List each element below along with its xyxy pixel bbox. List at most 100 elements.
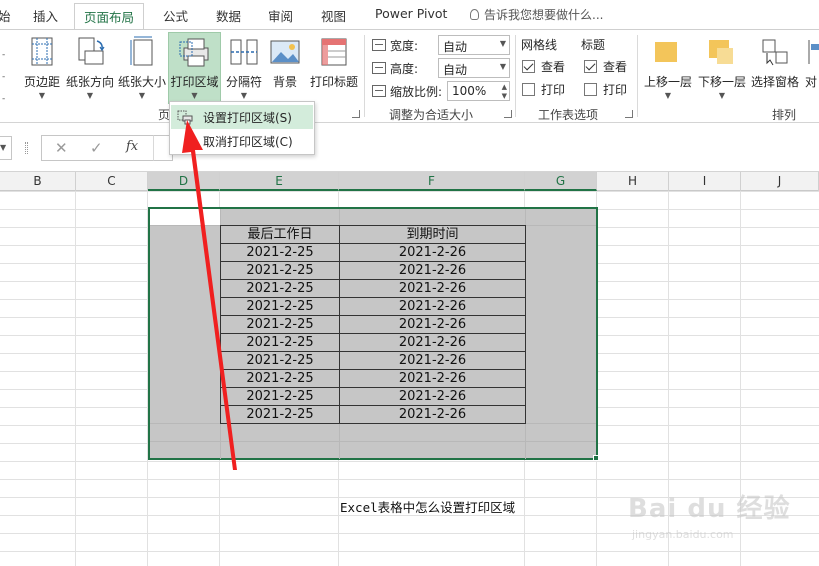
size-label: 纸张大小 — [117, 75, 166, 89]
selection-pane-button[interactable]: 选择窗格 — [749, 33, 801, 103]
table-cell[interactable]: 2021-2-26 — [339, 297, 526, 316]
resize-handle[interactable] — [25, 142, 28, 154]
send-backward-icon — [709, 40, 733, 64]
print-area-button[interactable]: 打印区域 ▼ — [168, 32, 221, 104]
headings-print-checkbox[interactable]: 打印 — [584, 81, 627, 98]
send-backward-button[interactable]: 下移一层 ▼ — [696, 33, 748, 103]
set-print-area-item[interactable]: 设置打印区域(S) — [171, 105, 313, 129]
tab-review[interactable]: 审阅 — [268, 6, 293, 25]
table-cell[interactable]: 2021-2-26 — [339, 333, 526, 352]
orientation-button[interactable]: 纸张方向 ▼ — [65, 33, 115, 103]
gridlines-view-checkbox[interactable]: 查看 — [522, 58, 565, 75]
spin-down-icon[interactable]: ▼ — [502, 92, 507, 100]
table-cell[interactable]: 2021-2-25 — [220, 315, 340, 334]
column-header-i[interactable]: I — [669, 172, 741, 191]
table-cell[interactable]: 2021-2-26 — [339, 387, 526, 406]
table-cell[interactable]: 2021-2-25 — [220, 243, 340, 262]
column-header-e[interactable]: E — [220, 172, 339, 191]
tab-data[interactable]: 数据 — [216, 6, 241, 25]
column-header-f[interactable]: F — [339, 172, 525, 191]
table-cell[interactable]: 2021-2-26 — [339, 369, 526, 388]
headings-view-label: 查看 — [603, 60, 628, 74]
column-header-b[interactable]: B — [0, 172, 76, 191]
table-cell[interactable]: 2021-2-25 — [220, 261, 340, 280]
table-cell[interactable]: 2021-2-26 — [339, 405, 526, 424]
breaks-button[interactable]: 分隔符 ▼ — [223, 33, 265, 103]
formula-bar: ▼ ✕ ✓ fx — [0, 124, 819, 172]
scale-launcher-icon[interactable] — [504, 110, 512, 118]
grid-line — [75, 191, 76, 566]
spin-up-icon[interactable]: ▲ — [502, 83, 507, 91]
table-cell[interactable]: 2021-2-26 — [339, 315, 526, 334]
page-setup-launcher-icon[interactable] — [352, 110, 360, 118]
table-cell[interactable]: 2021-2-25 — [220, 297, 340, 316]
selection-pane-icon — [762, 39, 788, 66]
group-separator — [637, 35, 638, 117]
background-image-icon — [270, 40, 300, 64]
checkbox-empty-icon — [522, 83, 535, 96]
header-due-time[interactable]: 到期时间 — [339, 225, 526, 244]
table-cell[interactable]: 2021-2-25 — [220, 351, 340, 370]
table-cell[interactable]: 2021-2-26 — [339, 351, 526, 370]
caption-text: Excel表格中怎么设置打印区域 — [340, 500, 516, 515]
ribbon: --- 页边距 ▼ 纸张方向 ▼ 纸张大小 ▼ 打印区域 ▼ 分隔符 ▼ 背景 … — [0, 29, 819, 123]
table-row: 2021-2-25 2021-2-26 — [220, 315, 526, 334]
scale-spinner[interactable]: 100% ▲ ▼ — [447, 81, 510, 101]
scale-row: 缩放比例: — [372, 81, 442, 101]
chevron-down-icon: ▼ — [499, 39, 506, 48]
margins-button[interactable]: 页边距 ▼ — [21, 33, 63, 103]
arrange-group-label: 排列 — [772, 108, 797, 122]
column-header-g[interactable]: G — [525, 172, 597, 191]
height-combo[interactable]: 自动 ▼ — [438, 58, 510, 78]
background-button[interactable]: 背景 — [267, 33, 303, 103]
table-cell[interactable]: 2021-2-25 — [220, 279, 340, 298]
width-combo[interactable]: 自动 ▼ — [438, 35, 510, 55]
tab-insert[interactable]: 插入 — [33, 6, 58, 25]
height-label: 高度: — [390, 61, 419, 76]
table-cell[interactable]: 2021-2-25 — [220, 387, 340, 406]
headings-view-checkbox[interactable]: 查看 — [584, 58, 627, 75]
column-header-d[interactable]: D — [148, 172, 220, 191]
fill-handle[interactable] — [593, 455, 599, 461]
margins-label: 页边距 — [23, 75, 60, 89]
column-header-c[interactable]: C — [76, 172, 148, 191]
column-header-h[interactable]: H — [597, 172, 669, 191]
table-row: 2021-2-25 2021-2-26 — [220, 297, 526, 316]
bring-forward-button[interactable]: 上移一层 ▼ — [642, 33, 694, 103]
sheet-options-group-label: 工作表选项 — [538, 108, 599, 122]
gridlines-print-checkbox[interactable]: 打印 — [522, 81, 565, 98]
tell-me-search[interactable]: 告诉我您想要做什么... — [470, 6, 603, 23]
table-cell[interactable]: 2021-2-25 — [220, 405, 340, 424]
table-cell[interactable]: 2021-2-25 — [220, 369, 340, 388]
checkbox-checked-icon — [584, 60, 597, 73]
active-cell[interactable] — [150, 209, 220, 225]
printer-icon — [179, 38, 208, 67]
tab-home[interactable]: 始 — [0, 6, 11, 25]
table-cell[interactable]: 2021-2-25 — [220, 333, 340, 352]
chevron-down-icon: ▼ — [718, 91, 726, 100]
tab-view[interactable]: 视图 — [321, 6, 346, 25]
tab-power-pivot[interactable]: Power Pivot — [375, 6, 447, 21]
cancel-icon[interactable]: ✕ — [55, 139, 68, 157]
tab-page-layout[interactable]: 页面布局 — [74, 3, 145, 30]
table-row: 2021-2-25 2021-2-26 — [220, 351, 526, 370]
checkbox-checked-icon — [522, 60, 535, 73]
table-row: 2021-2-25 2021-2-26 — [220, 405, 526, 424]
header-last-workday[interactable]: 最后工作日 — [220, 225, 340, 244]
table-cell[interactable]: 2021-2-26 — [339, 243, 526, 262]
size-button[interactable]: 纸张大小 ▼ — [117, 33, 167, 103]
tab-formulas[interactable]: 公式 — [163, 6, 188, 25]
enter-icon[interactable]: ✓ — [90, 139, 103, 157]
insert-function-icon[interactable]: fx — [126, 139, 138, 154]
print-titles-button[interactable]: 打印标题 — [306, 33, 362, 103]
width-label: 宽度: — [390, 38, 419, 53]
sheet-options-launcher-icon[interactable] — [625, 110, 633, 118]
table-cell[interactable]: 2021-2-26 — [339, 279, 526, 298]
clear-print-area-item[interactable]: 取消打印区域(C) — [171, 129, 313, 153]
column-header-j[interactable]: J — [741, 172, 819, 191]
headings-print-label: 打印 — [603, 83, 628, 97]
name-box[interactable]: ▼ — [0, 136, 12, 160]
table-cell[interactable]: 2021-2-26 — [339, 261, 526, 280]
align-button[interactable]: 对 — [805, 33, 819, 103]
table-row: 2021-2-25 2021-2-26 — [220, 243, 526, 262]
